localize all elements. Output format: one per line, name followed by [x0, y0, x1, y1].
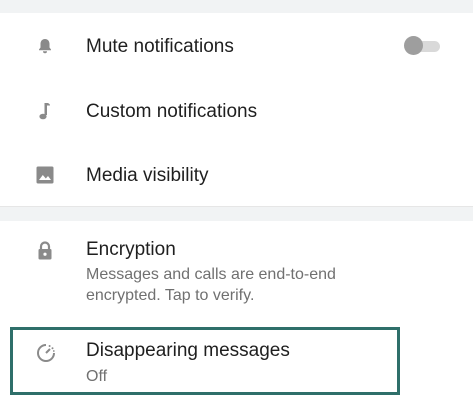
- toggle-knob: [404, 36, 423, 55]
- encryption-description-line1: Messages and calls are end-to-end: [86, 266, 336, 283]
- encryption-label: Encryption: [86, 239, 176, 260]
- highlight-box: [10, 327, 400, 395]
- mute-notifications-toggle[interactable]: [404, 36, 440, 56]
- music-note-icon: [36, 101, 54, 120]
- encryption-description-line2: encrypted. Tap to verify.: [86, 287, 255, 304]
- media-visibility-row[interactable]: Media visibility: [0, 144, 473, 206]
- media-visibility-label: Media visibility: [86, 165, 209, 186]
- image-icon: [36, 166, 54, 184]
- custom-notifications-label: Custom notifications: [86, 101, 258, 122]
- mute-notifications-row[interactable]: Mute notifications: [0, 13, 473, 81]
- lock-icon: [36, 241, 54, 260]
- custom-notifications-row[interactable]: Custom notifications: [0, 81, 473, 144]
- encryption-row[interactable]: Encryption Messages and calls are end-to…: [0, 220, 473, 320]
- bell-icon: [36, 37, 54, 55]
- mute-notifications-label: Mute notifications: [86, 36, 234, 57]
- section-divider-middle: [0, 206, 473, 221]
- section-divider-top: [0, 0, 473, 13]
